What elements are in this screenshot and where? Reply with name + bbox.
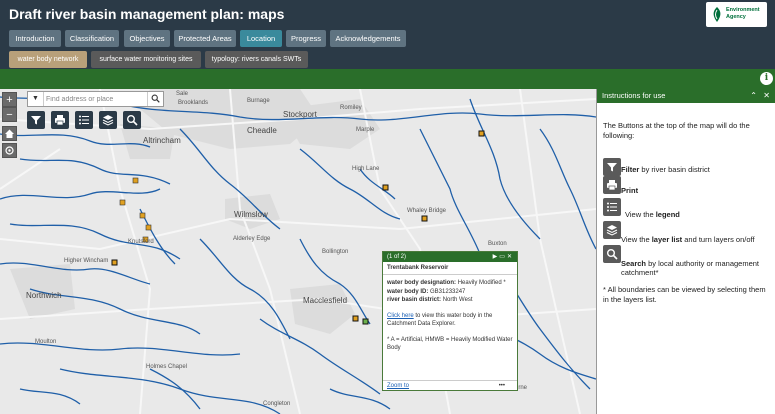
instruction-item: View the legend <box>603 198 773 219</box>
subtab-surface-water-monitoring-sites[interactable]: surface water monitoring sites <box>91 51 201 68</box>
feature-popup: (1 of 2) ▶▭✕ Trentabank Reservoir water … <box>382 251 518 391</box>
explorer-row: Click here to view this water body in th… <box>387 312 493 328</box>
popup-header: (1 of 2) ▶▭✕ <box>383 252 517 262</box>
town-label: Higher Wincham <box>64 258 109 264</box>
town-label: Bollington <box>322 249 349 255</box>
town-label: Marple <box>356 127 375 133</box>
filter-button[interactable] <box>27 111 45 129</box>
town-label: Whaley Bridge <box>407 208 447 214</box>
instructions-header: Instructions for use ⌃ ✕ <box>597 89 775 103</box>
subtab-typology[interactable]: typology: rivers canals SWTs <box>205 51 308 68</box>
tab-acknowledgements[interactable]: Acknowledgements <box>330 30 406 47</box>
search-tool-button[interactable] <box>123 111 141 129</box>
town-label: Altrincham <box>143 136 181 145</box>
popup-counter: (1 of 2) <box>387 254 407 260</box>
legend-button[interactable] <box>75 111 93 129</box>
search-source-dropdown[interactable]: ▼ <box>28 92 44 106</box>
instructions-intro: The Buttons at the top of the map will d… <box>603 121 750 140</box>
instruction-item: Search by local authority or management … <box>603 245 773 279</box>
popup-footnote: * A = Artificial, HMWB = Heavily Modifie… <box>387 336 513 352</box>
legend-icon <box>79 115 89 125</box>
app-title: Draft river basin management plan: maps <box>9 6 285 22</box>
town-label: Wilmslow <box>234 210 268 219</box>
town-label: Sale <box>176 91 189 97</box>
filter-icon <box>31 116 41 125</box>
town-label: Buxton <box>488 241 507 247</box>
town-label: Burnage <box>247 98 270 104</box>
info-icon[interactable]: i <box>760 72 773 85</box>
catchment-explorer-link[interactable]: Click here <box>387 313 414 319</box>
zoom-out-button[interactable]: − <box>2 107 17 122</box>
town-label: Holmes Chapel <box>146 364 188 370</box>
tab-progress[interactable]: Progress <box>286 30 326 47</box>
print-icon <box>603 176 621 194</box>
designation-row: water body designation: Heavily Modified… <box>387 280 506 286</box>
district-row: river basin district: North West <box>387 297 473 303</box>
locate-icon <box>5 146 14 155</box>
zoom-to-link[interactable]: Zoom to <box>387 383 409 389</box>
search-icon <box>127 115 138 126</box>
town-label: Congleton <box>263 401 291 407</box>
address-search: ▼ <box>27 91 164 107</box>
layers-icon <box>102 115 114 126</box>
town-label: Brooklands <box>178 100 209 106</box>
tab-protected-areas[interactable]: Protected Areas <box>174 30 236 47</box>
popup-footer: Zoom to ••• <box>383 380 517 390</box>
print-icon <box>55 115 65 126</box>
tab-objectives[interactable]: Objectives <box>124 30 170 47</box>
close-icon[interactable]: ✕ <box>507 254 514 260</box>
popup-title: Trentabank Reservoir <box>383 262 517 275</box>
home-button[interactable] <box>2 126 17 141</box>
town-label: Moulton <box>35 339 57 345</box>
instructions-panel: Instructions for use ⌃ ✕ The Buttons at … <box>596 89 775 414</box>
home-icon <box>5 129 14 138</box>
magnifier-icon <box>151 94 160 103</box>
subtab-water-body-network[interactable]: water body network <box>9 51 87 68</box>
town-label: Alderley Edge <box>233 236 271 242</box>
id-row: water body ID: GB31233247 <box>387 288 466 295</box>
close-panel-icon[interactable]: ✕ <box>763 89 770 103</box>
town-label: Macclesfield <box>303 296 348 305</box>
toolbar-strip <box>0 69 775 89</box>
search-submit-button[interactable] <box>147 92 163 106</box>
tab-introduction[interactable]: Introduction <box>9 30 61 47</box>
instructions-note: * All boundaries can be viewed by select… <box>603 285 766 304</box>
instructions-title: Instructions for use <box>602 91 666 100</box>
locate-button[interactable] <box>2 143 17 158</box>
instruction-item: Filter by river basin district <box>603 158 773 178</box>
map-view[interactable]: Sale Brooklands Burnage Romiley Stockpor… <box>0 89 596 414</box>
legend-icon <box>603 198 621 216</box>
zoom-in-button[interactable]: + <box>2 92 17 107</box>
town-label: Stockport <box>283 110 317 119</box>
search-icon <box>603 245 621 263</box>
popup-content: water body designation: Heavily Modified… <box>383 275 517 357</box>
collapse-icon[interactable]: ⌃ <box>750 89 757 103</box>
more-actions-icon[interactable]: ••• <box>499 381 505 391</box>
tab-classification[interactable]: Classification <box>65 30 119 47</box>
environment-agency-logo: Environment Agency <box>706 2 767 27</box>
popup-controls: ▶▭✕ <box>493 252 514 262</box>
layers-button[interactable] <box>99 111 117 129</box>
town-label: Cheadle <box>247 126 277 135</box>
logo-mark-icon <box>713 7 721 22</box>
instruction-item: Print <box>603 176 773 196</box>
search-input[interactable] <box>46 93 146 105</box>
print-button[interactable] <box>51 111 69 129</box>
maximize-icon[interactable]: ▭ <box>499 254 507 260</box>
filter-icon <box>603 158 621 176</box>
town-label: Northwich <box>26 291 62 300</box>
layers-icon <box>603 221 621 239</box>
instruction-item: View the layer list and turn layers on/o… <box>603 221 773 244</box>
tab-location[interactable]: Location <box>240 30 282 47</box>
logo-text: Environment Agency <box>726 7 760 20</box>
town-label: Knutsford <box>128 239 154 245</box>
app-header: Draft river basin management plan: maps … <box>0 0 775 68</box>
town-label: Romiley <box>340 105 362 111</box>
town-label: High Lane <box>352 166 380 172</box>
